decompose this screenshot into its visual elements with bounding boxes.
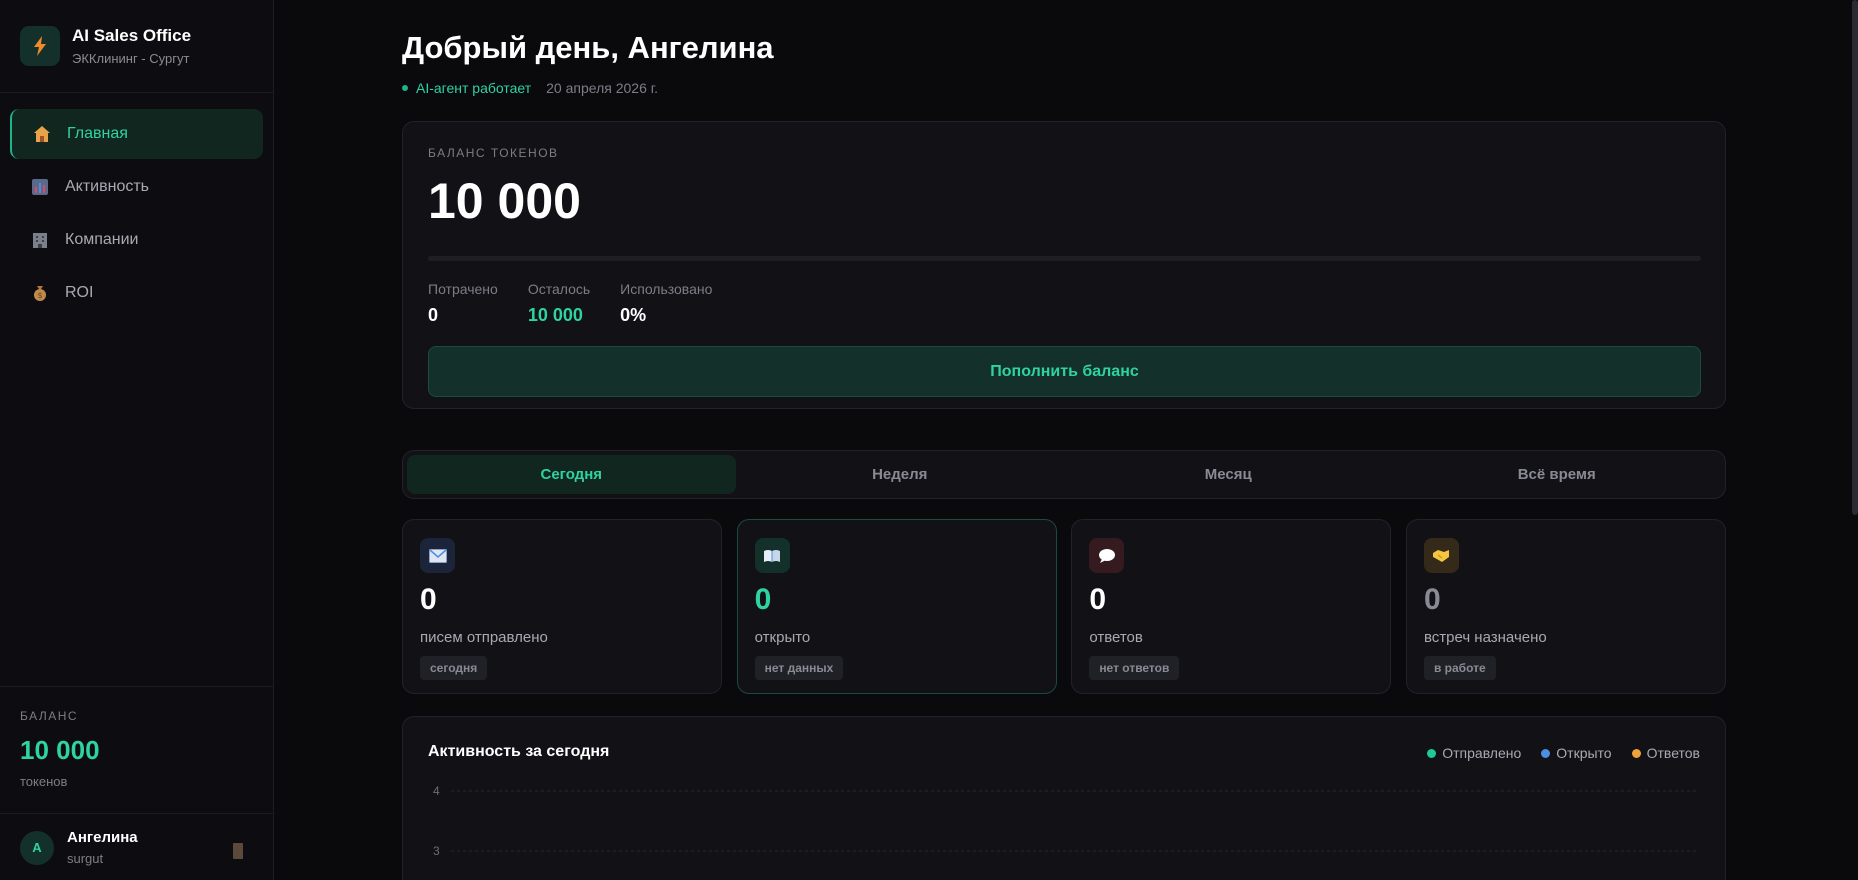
legend-item-sent: Отправлено — [1427, 745, 1521, 761]
tab-week[interactable]: Неделя — [736, 455, 1065, 494]
page-title: Добрый день, Ангелина — [402, 30, 774, 65]
stat-label: Использовано — [620, 281, 713, 297]
sidebar-item-home[interactable]: Главная — [10, 109, 263, 159]
legend-label: Отправлено — [1442, 745, 1522, 761]
office-building-icon — [30, 230, 50, 250]
metric-label: открыто — [754, 629, 811, 646]
stat-spent: Потрачено 0 — [428, 281, 498, 326]
metric-sent: 0 писем отправлено сегодня — [402, 519, 722, 694]
user-profile[interactable]: А Ангелина surgut — [0, 815, 273, 880]
metric-badge: сегодня — [420, 656, 488, 680]
open-book-icon — [754, 538, 790, 573]
metric-label: писем отправлено — [420, 629, 548, 646]
status-dot-icon — [402, 85, 408, 91]
tab-today[interactable]: Сегодня — [407, 455, 736, 494]
metric-meetings: 0 встреч назначено в работе — [1405, 519, 1726, 694]
user-name: Ангелина — [67, 829, 138, 846]
activity-chart: 43 — [433, 784, 1698, 858]
bar-chart-icon — [30, 177, 50, 197]
metric-badge: нет данных — [754, 656, 844, 680]
sidebar-item-activity[interactable]: Активность — [10, 162, 263, 212]
token-balance-card: БАЛАНС ТОКЕНОВ 10 000 Потрачено 0 Остало… — [402, 121, 1726, 409]
brand: AI Sales Office ЭККлининг - Сургут — [0, 0, 273, 93]
page-scrollbar[interactable] — [1852, 0, 1858, 515]
metric-value: 0 — [1423, 583, 1441, 616]
metric-label: встреч назначено — [1423, 629, 1547, 646]
house-icon — [32, 124, 52, 144]
lightning-icon — [20, 26, 60, 66]
stat-used: Использовано 0% — [620, 281, 712, 326]
money-bag-icon: $ — [30, 283, 50, 303]
brand-title: AI Sales Office — [72, 26, 192, 45]
svg-text:$: $ — [37, 291, 42, 300]
legend-item-replies: Ответов — [1631, 745, 1700, 761]
legend-label: Ответов — [1646, 745, 1700, 761]
speech-bubble-icon — [1089, 538, 1125, 573]
legend-dot — [1541, 748, 1551, 758]
sidebar-nav: Главная Активность Компании $ ROI — [0, 93, 273, 337]
metric-badge: нет ответов — [1089, 656, 1180, 680]
logout-door-icon[interactable] — [233, 843, 243, 859]
sidebar-item-label: Компании — [65, 231, 139, 248]
stat-value: 0% — [620, 305, 647, 325]
y-tick-label: 4 — [433, 784, 440, 798]
token-balance-label: БАЛАНС ТОКЕНОВ — [428, 146, 559, 160]
token-balance-value: 10 000 — [428, 173, 581, 229]
agent-status: AI-агент работает — [416, 80, 532, 96]
legend-dot — [1631, 748, 1641, 758]
metric-opened: 0 открыто нет данных — [736, 519, 1057, 694]
user-login: surgut — [67, 851, 104, 866]
stat-remaining: Осталось 10 000 — [528, 281, 590, 326]
stat-label: Осталось — [527, 281, 591, 297]
stat-label: Потрачено — [428, 281, 498, 297]
tab-month[interactable]: Месяц — [1064, 455, 1393, 494]
legend-item-opened: Открыто — [1541, 745, 1612, 761]
current-date: 20 апреля 2026 г. — [546, 80, 659, 96]
metric-value: 0 — [754, 583, 772, 616]
sidebar-item-companies[interactable]: Компании — [10, 215, 263, 265]
metric-label: ответов — [1089, 629, 1143, 646]
envelope-icon — [420, 538, 455, 573]
sidebar-balance-value: 10 000 — [20, 735, 100, 765]
sidebar-item-label: ROI — [65, 284, 94, 301]
token-usage-bar — [428, 256, 1701, 261]
sidebar-balance: БАЛАНС 10 000 токенов — [0, 686, 273, 814]
metrics-row: 0 писем отправлено сегодня 0 открыто нет… — [402, 519, 1726, 694]
token-stats: Потрачено 0 Осталось 10 000 Использовано… — [428, 281, 1700, 326]
brand-subtitle: ЭККлининг - Сургут — [72, 51, 190, 66]
stat-value: 0 — [428, 305, 439, 325]
sidebar-item-label: Главная — [67, 125, 128, 142]
legend-dot — [1427, 748, 1437, 758]
period-tabs: Сегодня Неделя Месяц Всё время — [402, 450, 1726, 499]
sidebar-balance-unit: токенов — [20, 774, 68, 789]
sidebar-item-roi[interactable]: $ ROI — [10, 268, 263, 318]
activity-chart-card: Активность за сегодня Отправлено Открыто… — [402, 716, 1726, 880]
sidebar-item-label: Активность — [65, 178, 150, 195]
y-tick-label: 3 — [433, 844, 440, 858]
metric-value: 0 — [420, 583, 437, 616]
topup-balance-button[interactable]: Пополнить баланс — [428, 346, 1701, 397]
metric-value: 0 — [1089, 583, 1106, 616]
metric-replies: 0 ответов нет ответов — [1071, 519, 1392, 694]
avatar: А — [20, 830, 54, 865]
tab-all-time[interactable]: Всё время — [1393, 455, 1722, 494]
sidebar: AI Sales Office ЭККлининг - Сургут Главн… — [0, 0, 274, 880]
status-row: AI-агент работает 20 апреля 2026 г. — [402, 80, 658, 96]
handshake-icon — [1423, 538, 1459, 573]
stat-value: 10 000 — [527, 305, 583, 325]
sidebar-balance-label: БАЛАНС — [20, 709, 79, 723]
chart-legend: Отправлено Открыто Ответов — [1407, 745, 1700, 761]
metric-badge: в работе — [1423, 656, 1496, 680]
legend-label: Открыто — [1556, 745, 1612, 761]
